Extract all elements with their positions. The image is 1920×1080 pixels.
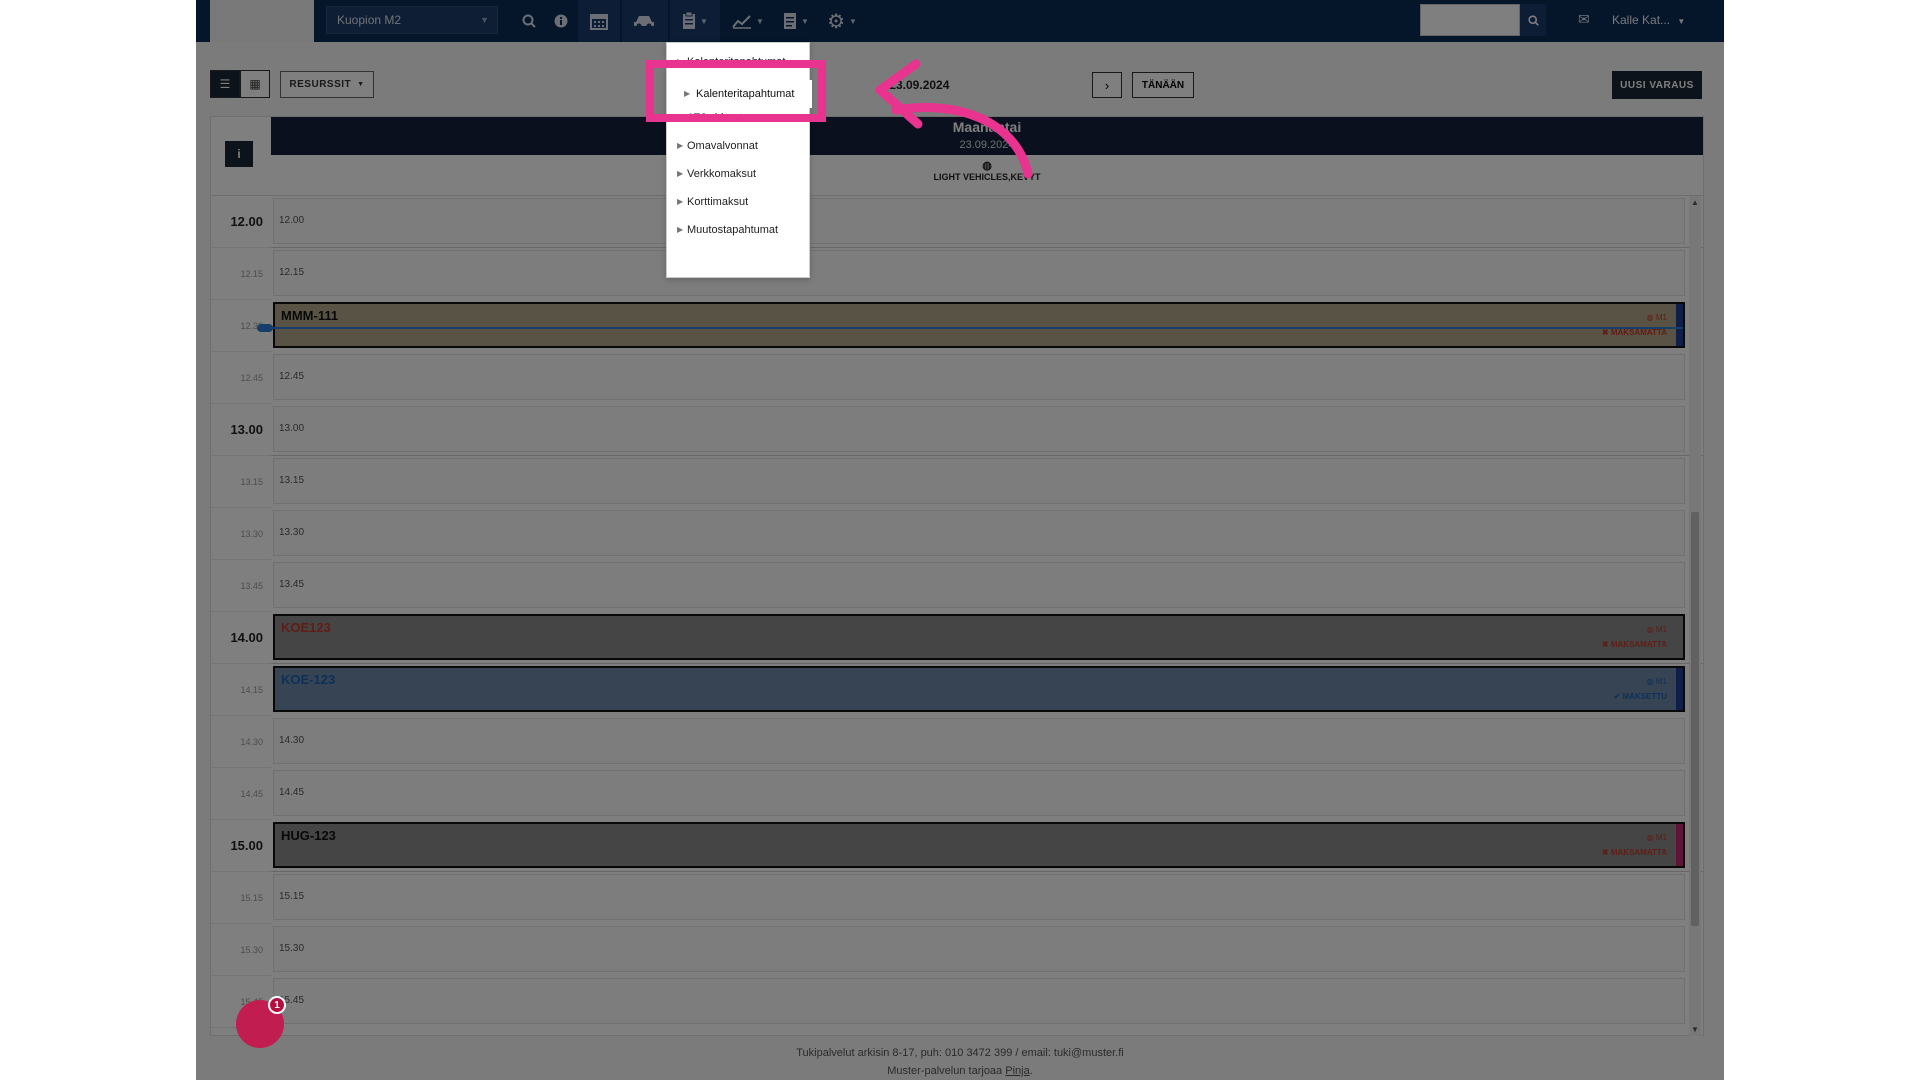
app-window: Kuopion M2 ▼ ▼ ▼ ▼ ⚙ ▼: [196, 0, 1724, 1080]
notification-badge: 1: [268, 996, 286, 1014]
pointer-arrow: [875, 59, 1033, 179]
arrow-head: [875, 59, 923, 129]
help-widget[interactable]: 1: [236, 996, 288, 1052]
